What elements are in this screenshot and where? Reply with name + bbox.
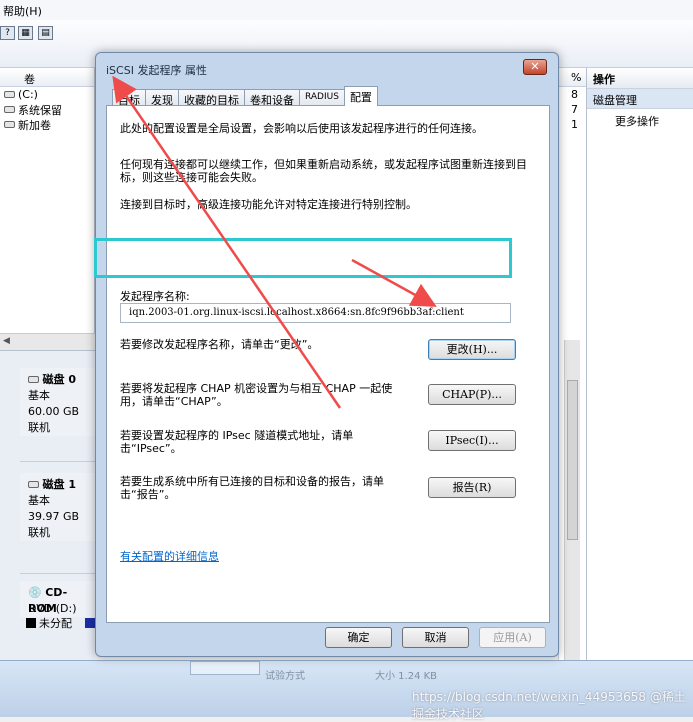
percent-value: 7 [571, 103, 578, 116]
disk-name: 磁盘 0 [28, 372, 95, 388]
cdrom[interactable]: 💿 CD-ROM DVD (D:) [20, 581, 95, 617]
vertical-scrollbar[interactable] [564, 340, 580, 660]
percent-column-header[interactable]: % [559, 68, 586, 87]
tab-favorite-targets[interactable]: 收藏的目标 [178, 89, 245, 107]
volume-list: 卷 (C:) 系统保留 新加卷 [0, 68, 95, 348]
disk-name: 磁盘 1 [28, 477, 95, 493]
disk-icon [28, 481, 39, 488]
scroll-left-icon[interactable]: ◀ [3, 336, 10, 346]
drive-icon [4, 106, 15, 113]
text-chap: 若要将发起程序 CHAP 机密设置为与相互 CHAP 一起使用，请单击“CHAP… [120, 382, 393, 408]
disk-0[interactable]: 磁盘 0 基本 60.00 GB 联机 [20, 368, 95, 436]
disk-size: 60.00 GB [28, 405, 80, 418]
tab-discovery[interactable]: 发现 [145, 89, 179, 107]
ipsec-button[interactable]: IPsec(I)... [428, 430, 516, 451]
percent-value: 8 [571, 88, 578, 101]
actions-disk-management[interactable]: 磁盘管理 [587, 89, 693, 109]
disk-name: 💿 CD-ROM [28, 586, 68, 615]
tab-bar: 目标 发现 收藏的目标 卷和设备 RADIUS 配置 [112, 86, 378, 107]
list-item[interactable]: (C:) [0, 87, 94, 102]
ok-button[interactable]: 确定 [325, 627, 392, 648]
tab-radius[interactable]: RADIUS [299, 89, 345, 106]
actions-title: 操作 [587, 68, 693, 89]
disk-size: 39.97 GB [28, 510, 80, 523]
unallocated-swatch [26, 618, 36, 628]
scroll-thumb[interactable] [567, 380, 578, 540]
drive-icon [4, 91, 15, 98]
text-global: 此处的配置设置是全局设置，会影响以后使用该发起程序进行的任何连接。 [120, 122, 483, 135]
legend-unallocated: 未分配 [39, 617, 72, 630]
disk-status: 联机 [28, 421, 50, 434]
taskbar-item: 试验方式 [265, 671, 305, 682]
disk-type: 基本 [28, 389, 50, 402]
primary-swatch [85, 618, 95, 628]
divider [20, 461, 95, 462]
highlight-box [94, 238, 512, 278]
tab-targets[interactable]: 目标 [112, 89, 146, 107]
report-button[interactable]: 报告(R) [428, 477, 516, 498]
tab-configuration[interactable]: 配置 [343, 86, 378, 106]
text-report: 若要生成系统中所有已连接的目标和设备的报告，请单击“报告”。 [120, 475, 384, 501]
configuration-panel: 此处的配置设置是全局设置，会影响以后使用该发起程序进行的任何连接。 任何现有连接… [106, 105, 550, 623]
text-existing: 任何现有连接都可以继续工作，但如果重新启动系统，或发起程序试图重新连接到目标，则… [120, 158, 527, 184]
legend: 未分配 [26, 615, 95, 631]
cancel-button[interactable]: 取消 [402, 627, 469, 648]
initiator-name-field[interactable]: iqn.2003-01.org.linux-iscsi.localhost.x8… [120, 303, 511, 323]
cdrom-icon: 💿 [28, 586, 42, 599]
disk-1[interactable]: 磁盘 1 基本 39.97 GB 联机 [20, 473, 95, 541]
taskbar-thumbnail[interactable] [190, 661, 260, 675]
actions-pane: 操作 磁盘管理 更多操作 [586, 68, 693, 668]
disk-icon [28, 376, 39, 383]
text-advanced: 连接到目标时，高级连接功能允许对特定连接进行特别控制。 [120, 198, 417, 211]
text-ipsec: 若要设置发起程序的 IPsec 隧道模式地址，请单击“IPsec”。 [120, 429, 354, 455]
divider [20, 573, 95, 574]
menu-bar: 帮助(H) [0, 0, 693, 20]
properties-icon[interactable]: ▦ [18, 26, 33, 40]
initiator-name-label: 发起程序名称: [120, 290, 190, 303]
list-item[interactable]: 新加卷 [0, 117, 94, 132]
disk-type: 基本 [28, 494, 50, 507]
taskbar-item: 大小 1.24 KB [375, 671, 438, 682]
help-link[interactable]: 有关配置的详细信息 [120, 548, 219, 564]
percent-value: 1 [571, 118, 578, 131]
help-icon[interactable]: ? [0, 26, 15, 40]
horizontal-scrollbar[interactable]: ◀ [0, 333, 95, 350]
volume-column-header[interactable]: 卷 [0, 68, 94, 87]
text-change: 若要修改发起程序名称，请单击“更改”。 [120, 338, 319, 351]
dialog-title: iSCSI 发起程序 属性 [106, 64, 207, 77]
apply-button: 应用(A) [479, 627, 546, 648]
menu-help[interactable]: 帮助(H) [3, 5, 42, 18]
disk-panel: 磁盘 0 基本 60.00 GB 联机 磁盘 1 基本 39.97 GB 联机 … [0, 350, 95, 660]
chap-button[interactable]: CHAP(P)... [428, 384, 516, 405]
refresh-icon[interactable]: ▤ [38, 26, 53, 40]
drive-icon [4, 121, 15, 128]
close-button[interactable]: ✕ [523, 59, 547, 75]
tab-volumes-devices[interactable]: 卷和设备 [244, 89, 300, 107]
list-item[interactable]: 系统保留 [0, 102, 94, 117]
disk-status: 联机 [28, 526, 50, 539]
actions-more[interactable]: 更多操作 [587, 109, 693, 133]
change-button[interactable]: 更改(H)... [428, 339, 516, 360]
iscsi-properties-dialog: iSCSI 发起程序 属性 ✕ 目标 发现 收藏的目标 卷和设备 RADIUS … [95, 52, 559, 657]
